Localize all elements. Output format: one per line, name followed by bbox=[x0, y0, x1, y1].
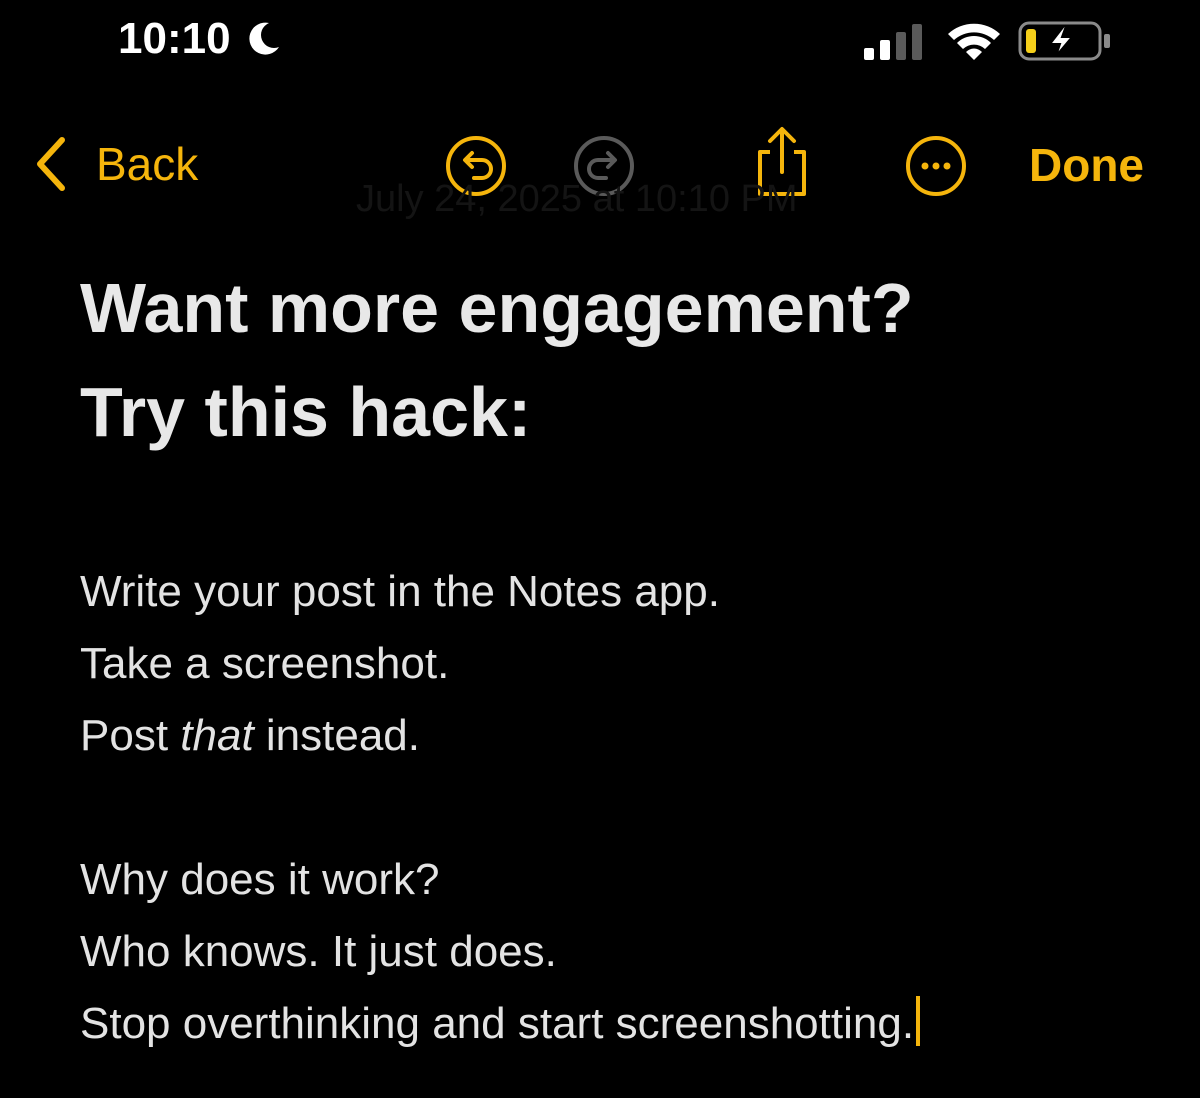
cellular-signal-icon bbox=[864, 24, 922, 60]
note-blank-line bbox=[80, 772, 1160, 844]
status-time: 10:10 bbox=[118, 14, 283, 64]
wifi-icon bbox=[948, 23, 1000, 60]
note-text: instead. bbox=[253, 711, 421, 760]
note-line: Take a screenshot. bbox=[80, 639, 450, 688]
note-line: Why does it work? bbox=[80, 855, 440, 904]
battery-charging-icon bbox=[1018, 21, 1110, 61]
note-title-line: Try this hack: bbox=[80, 373, 532, 451]
more-icon[interactable] bbox=[904, 134, 968, 198]
note-italic-text: that bbox=[180, 711, 254, 760]
back-button[interactable]: Back bbox=[30, 134, 198, 194]
status-time-text: 10:10 bbox=[118, 14, 231, 63]
status-bar: 10:10 bbox=[0, 0, 1200, 90]
text-cursor bbox=[916, 996, 921, 1046]
note-content[interactable]: Want more engagement? Try this hack: Wri… bbox=[80, 256, 1160, 1060]
note-line: Stop overthinking and start screenshotti… bbox=[80, 988, 1160, 1060]
note-date: July 24, 2025 at 10:10 PM bbox=[356, 178, 798, 220]
note-text: Stop overthinking and start screenshotti… bbox=[80, 999, 915, 1048]
done-button[interactable]: Done bbox=[1029, 138, 1144, 192]
note-line: Write your post in the Notes app. bbox=[80, 567, 720, 616]
note-line: Post that instead. bbox=[80, 700, 1160, 772]
note-title-line: Want more engagement? bbox=[80, 269, 914, 347]
notes-screen: 10:10 Back Done July 24, 2025 at 10:10 P… bbox=[0, 0, 1200, 1098]
chevron-left-icon bbox=[37, 137, 65, 191]
note-title: Want more engagement? Try this hack: bbox=[80, 256, 1160, 464]
back-label: Back bbox=[96, 138, 199, 190]
note-line: Who knows. It just does. bbox=[80, 927, 557, 976]
moon-icon bbox=[248, 22, 279, 55]
note-text: Post bbox=[80, 711, 181, 760]
note-body: Write your post in the Notes app. Take a… bbox=[80, 556, 1160, 1060]
